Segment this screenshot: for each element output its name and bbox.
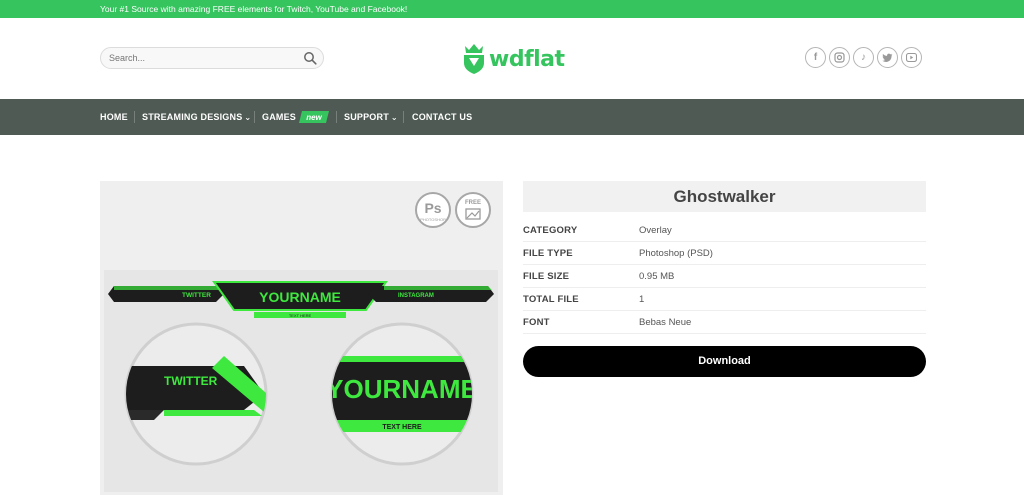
detail-key: TOTAL FILE bbox=[523, 293, 579, 305]
detail-key: FILE TYPE bbox=[523, 247, 573, 259]
announcement-text: Your #1 Source with amazing FREE element… bbox=[100, 4, 408, 14]
overlay-preview-image: TWITTER YOURNAME TEXT HERE INSTAGRAM TWI… bbox=[104, 270, 498, 492]
main-nav: HOME STREAMING DESIGNS ⌄ GAMES new SUPPOR… bbox=[0, 99, 1024, 135]
site-header: wdflat f ♪ bbox=[0, 18, 1024, 99]
logo-text: wdflat bbox=[489, 46, 565, 72]
svg-text:TWITTER: TWITTER bbox=[182, 292, 211, 299]
detail-row-file-size: FILE SIZE 0.95 MB bbox=[523, 265, 926, 288]
detail-value: Bebas Neue bbox=[639, 316, 692, 328]
chevron-down-icon: ⌄ bbox=[244, 113, 252, 122]
free-badge: FREE bbox=[455, 192, 491, 228]
top-announcement-bar: Your #1 Source with amazing FREE element… bbox=[0, 0, 1024, 18]
nav-divider bbox=[254, 111, 255, 123]
image-icon bbox=[465, 208, 481, 220]
download-button[interactable]: Download bbox=[523, 346, 926, 377]
svg-text:TEXT HERE: TEXT HERE bbox=[382, 424, 422, 431]
svg-text:INSTAGRAM: INSTAGRAM bbox=[398, 293, 434, 299]
detail-row-font: FONT Bebas Neue bbox=[523, 311, 926, 334]
detail-row-category: CATEGORY Overlay bbox=[523, 219, 926, 242]
nav-item-support[interactable]: SUPPORT ⌄ bbox=[344, 99, 398, 135]
tiktok-icon[interactable]: ♪ bbox=[853, 47, 874, 68]
youtube-icon[interactable] bbox=[901, 47, 922, 68]
nav-item-home[interactable]: HOME bbox=[100, 99, 128, 135]
detail-row-file-type: FILE TYPE Photoshop (PSD) bbox=[523, 242, 926, 265]
svg-text:new: new bbox=[306, 113, 322, 122]
search-box[interactable] bbox=[100, 47, 324, 69]
instagram-icon[interactable] bbox=[829, 47, 850, 68]
detail-value: Overlay bbox=[639, 224, 672, 236]
nav-item-contact-us[interactable]: CONTACT US bbox=[412, 99, 472, 135]
detail-value: 1 bbox=[639, 293, 645, 305]
detail-key: CATEGORY bbox=[523, 224, 578, 236]
new-badge: new bbox=[299, 111, 329, 123]
shield-crown-icon bbox=[464, 44, 484, 74]
svg-text:YOURNAME: YOURNAME bbox=[259, 289, 341, 305]
detail-key: FILE SIZE bbox=[523, 270, 570, 282]
product-info: Ghostwalker CATEGORY Overlay FILE TYPE P… bbox=[523, 181, 926, 334]
nav-divider bbox=[403, 111, 404, 123]
nav-item-games[interactable]: GAMES bbox=[262, 99, 296, 135]
nav-item-streaming-designs[interactable]: STREAMING DESIGNS ⌄ bbox=[142, 99, 251, 135]
detail-key: FONT bbox=[523, 316, 550, 328]
svg-text:TWITTER: TWITTER bbox=[164, 374, 218, 388]
svg-text:TEXT HERE: TEXT HERE bbox=[289, 313, 312, 318]
product-details: CATEGORY Overlay FILE TYPE Photoshop (PS… bbox=[523, 219, 926, 334]
product-title: Ghostwalker bbox=[523, 181, 926, 212]
svg-text:YOURNAME: YOURNAME bbox=[326, 374, 478, 404]
twitter-icon[interactable] bbox=[877, 47, 898, 68]
search-input[interactable] bbox=[101, 48, 291, 68]
detail-value: 0.95 MB bbox=[639, 270, 675, 282]
nav-divider bbox=[134, 111, 135, 123]
detail-row-total-file: TOTAL FILE 1 bbox=[523, 288, 926, 311]
search-icon[interactable] bbox=[303, 51, 317, 65]
detail-value: Photoshop (PSD) bbox=[639, 247, 713, 259]
facebook-icon[interactable]: f bbox=[805, 47, 826, 68]
photoshop-badge: Ps PHOTOSHOP bbox=[415, 192, 451, 228]
site-logo[interactable]: wdflat bbox=[463, 42, 565, 76]
nav-divider bbox=[336, 111, 337, 123]
chevron-down-icon: ⌄ bbox=[390, 113, 398, 122]
